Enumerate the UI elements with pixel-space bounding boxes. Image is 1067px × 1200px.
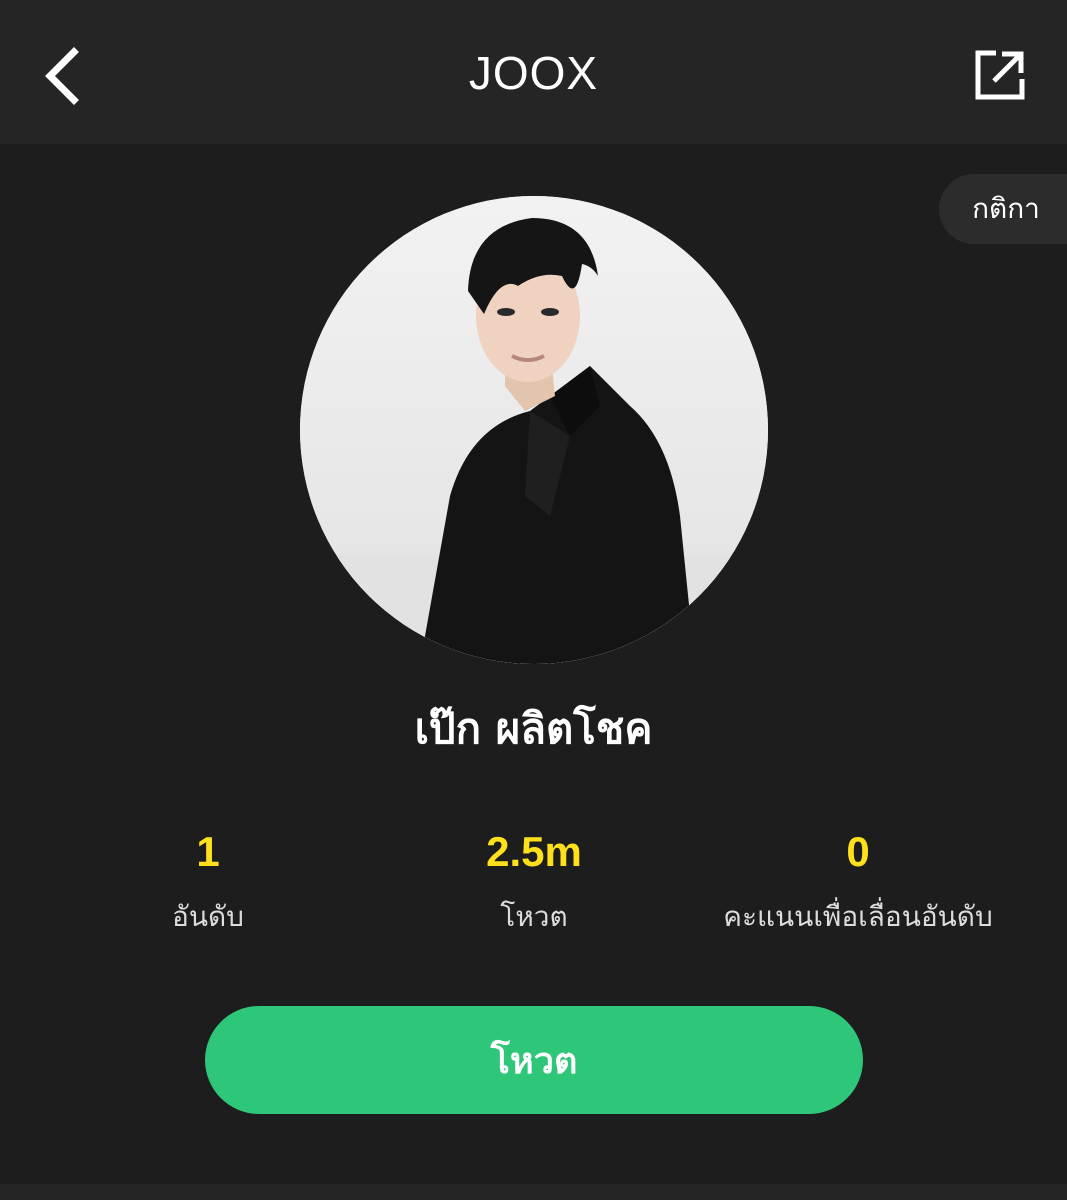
external-link-icon bbox=[975, 50, 1025, 100]
points-label: คะแนนเพื่อเลื่อนอันดับ bbox=[723, 900, 993, 933]
rank-stat: 1 อันดับ bbox=[38, 822, 378, 942]
page-title: JOOX bbox=[468, 47, 599, 99]
bottom-divider bbox=[0, 1184, 1067, 1200]
share-button[interactable] bbox=[955, 30, 1045, 120]
vote-button[interactable]: โหวต bbox=[205, 1006, 863, 1114]
votes-label: โหวต bbox=[500, 900, 568, 933]
rank-label: อันดับ bbox=[172, 900, 244, 933]
votes-stat: 2.5m โหวต bbox=[364, 822, 704, 942]
rules-button[interactable]: กติกา bbox=[939, 174, 1067, 244]
artist-avatar bbox=[300, 196, 768, 664]
top-bar: JOOX bbox=[0, 0, 1067, 144]
artist-name: เป๊ก ผลิตโชค bbox=[414, 704, 653, 753]
rank-value: 1 bbox=[196, 828, 220, 875]
points-value: 0 bbox=[846, 828, 870, 875]
points-to-rank-up-stat: 0 คะแนนเพื่อเลื่อนอันดับ bbox=[688, 822, 1028, 942]
votes-value: 2.5m bbox=[486, 828, 582, 875]
artist-photo bbox=[300, 196, 768, 664]
